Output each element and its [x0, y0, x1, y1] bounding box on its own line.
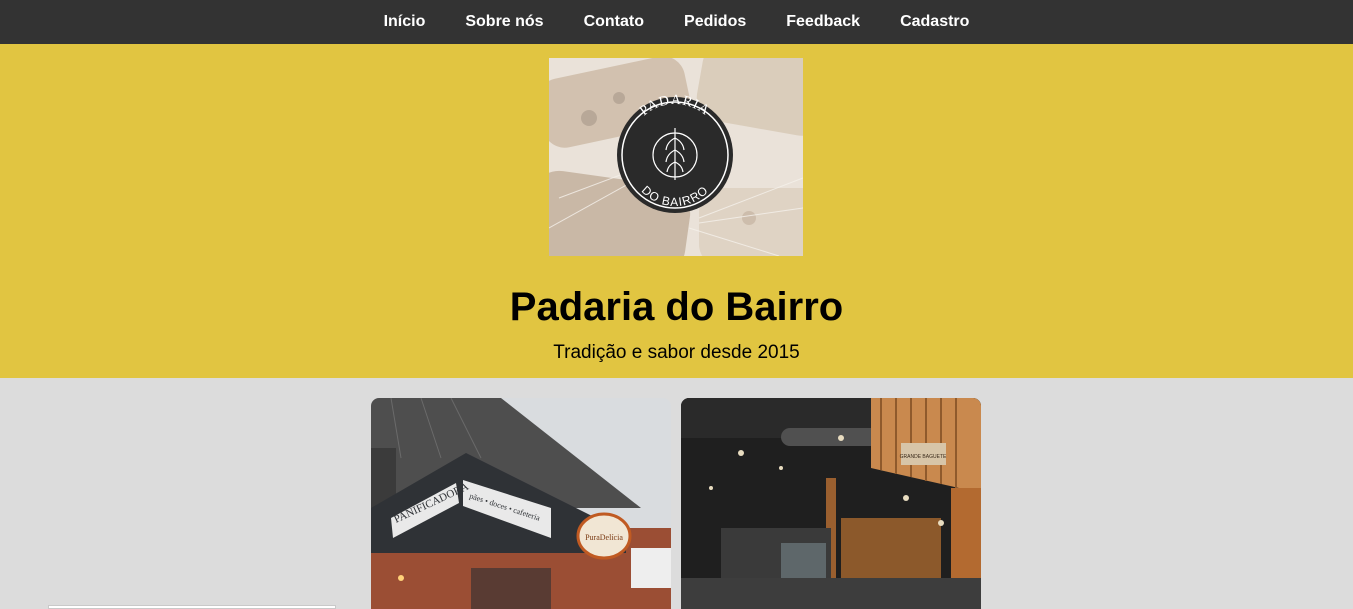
interior-sign: GRANDE BAGUETE — [900, 454, 947, 460]
nav-link-cadastro[interactable]: Cadastro — [880, 0, 989, 44]
bakery-logo: PADARIA DO BAIRRO — [549, 58, 803, 256]
page-title: Padaria do Bairro — [509, 285, 844, 329]
gallery-image-interior: GRANDE BAGUETE — [681, 398, 981, 609]
nav-link-feedback[interactable]: Feedback — [766, 0, 880, 44]
nav-link-pedidos[interactable]: Pedidos — [664, 0, 766, 44]
gallery-image-storefront: PANIFICADORA pães • doces • cafeteria Pu… — [371, 398, 671, 609]
nav-link-inicio[interactable]: Início — [364, 0, 446, 44]
top-navigation: Início Sobre nós Contato Pedidos Feedbac… — [0, 0, 1353, 44]
storefront-brand: PuraDelícia — [585, 533, 623, 542]
nav-link-contato[interactable]: Contato — [564, 0, 664, 44]
content-box — [48, 605, 336, 609]
nav-link-sobre-nos[interactable]: Sobre nós — [445, 0, 563, 44]
page-subtitle: Tradição e sabor desde 2015 — [553, 342, 800, 363]
hero-banner: PADARIA DO BAIRRO Padaria do Bairro Trad… — [0, 44, 1353, 378]
